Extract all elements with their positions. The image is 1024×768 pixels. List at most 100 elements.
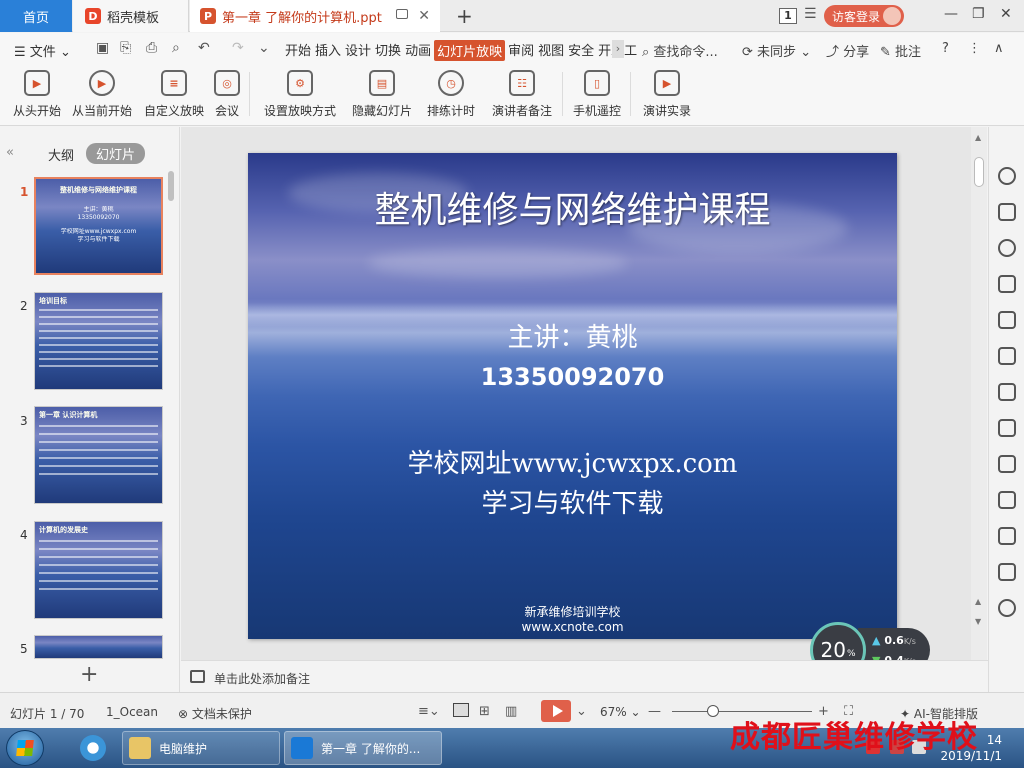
print-icon[interactable]: ⎙ (146, 40, 157, 56)
notes-toggle-icon[interactable]: ≡⌄ (418, 704, 440, 719)
add-slide-button[interactable]: + (80, 662, 98, 687)
close-tab-icon[interactable]: ✕ (418, 8, 430, 24)
close-window-icon[interactable]: ✕ (1000, 6, 1012, 22)
canvas-scrollbar[interactable]: ▲ ▲ ▼ (971, 127, 987, 660)
customize-chevron-icon[interactable]: ⌄ (258, 40, 270, 56)
shape-icon[interactable] (998, 239, 1016, 257)
slide-thumbnail-2[interactable]: 培训目标 (34, 292, 163, 390)
template-icon[interactable] (998, 203, 1016, 221)
rehearse-timing-button[interactable]: ◷ 排练计时 ⌄ (422, 70, 480, 133)
redo-icon[interactable]: ↷ (232, 40, 244, 56)
thumb-line: 主讲：黄桃 (83, 206, 114, 213)
hide-slide-button[interactable]: ▤ 隐藏幻灯片 (350, 70, 414, 119)
upload-speed: 0.6 (884, 634, 904, 647)
restore-icon[interactable]: ❐ (972, 6, 985, 22)
slide-thumbnail-3[interactable]: 第一章 认识计算机 (34, 406, 163, 504)
scroll-top-icon[interactable]: ▲ (975, 597, 981, 606)
sync-status[interactable]: ⟳ 未同步 ⌄ (742, 41, 811, 60)
tab-document[interactable]: P 第一章 了解你的计算机.ppt ✕ (190, 0, 440, 32)
meeting-button[interactable]: ◎ 会议 (212, 70, 242, 119)
more-options-icon[interactable]: ⋮ (968, 41, 981, 56)
tab-outline[interactable]: 大纲 (48, 145, 74, 164)
comment-button[interactable]: ✎ 批注 (880, 41, 921, 60)
current-slide[interactable]: 整机维修与网络维护课程 主讲：黄桃 13350092070 学校网址www.jc… (248, 153, 897, 639)
slide-sorter-icon[interactable]: ⊞ (479, 704, 490, 719)
sliders-icon[interactable] (998, 383, 1016, 401)
phone-remote-button[interactable]: ▯ 手机遥控 (570, 70, 624, 119)
tab-slideshow[interactable]: 幻灯片放映 (434, 40, 506, 61)
file-menu[interactable]: ☰ 文件 ⌄ (14, 41, 71, 60)
tab-home[interactable]: 首页 (0, 0, 72, 32)
pinned-app[interactable] (72, 731, 114, 765)
pane-scrollbar[interactable] (168, 171, 174, 201)
play-options-chevron-icon[interactable]: ⌄ (576, 704, 587, 719)
new-tab-button[interactable]: + (456, 4, 473, 28)
scroll-down-icon[interactable]: ▼ (975, 617, 981, 626)
slide-cloud-decoration (368, 248, 628, 278)
taskbar-app-presentation[interactable]: 第一章 了解你的... (284, 731, 442, 765)
undo-icon[interactable]: ↶ (198, 40, 210, 56)
theme-name[interactable]: 1_Ocean (106, 705, 158, 719)
tab-design[interactable]: 设计 (344, 40, 372, 61)
chart-icon[interactable] (998, 347, 1016, 365)
history-icon[interactable] (998, 599, 1016, 617)
image-icon[interactable] (998, 527, 1016, 545)
tab-docer-templates[interactable]: D 稻壳模板 (73, 0, 189, 32)
guest-login-button[interactable]: 访客登录 (824, 5, 904, 27)
play-from-start-button[interactable]: ▶ 从头开始 (12, 70, 62, 119)
archive-icon[interactable] (998, 491, 1016, 509)
tab-animations[interactable]: 动画 (404, 40, 432, 61)
document-protection[interactable]: ⊗ 文档未保护 (178, 705, 252, 722)
taskbar-app-folder[interactable]: 电脑维护 (122, 731, 280, 765)
thumb-line: 13350092070 (77, 214, 120, 221)
star-icon[interactable] (998, 167, 1016, 185)
menu-icon[interactable]: ☰ (804, 6, 817, 22)
zoom-level[interactable]: 67% ⌄ (600, 705, 641, 719)
reading-view-icon[interactable]: ▥ (505, 704, 517, 719)
tab-review[interactable]: 审阅 (507, 40, 535, 61)
tab-home-ribbon[interactable]: 开始 (284, 40, 312, 61)
minimize-icon[interactable]: — (944, 6, 958, 22)
tab-slides[interactable]: 幻灯片 (86, 143, 146, 164)
fill-icon[interactable] (998, 275, 1016, 293)
grid-icon[interactable] (998, 311, 1016, 329)
save-icon[interactable]: ▣ (96, 40, 109, 56)
video-camera-icon: ▶ (654, 70, 680, 96)
export-icon[interactable]: ⎘ (120, 40, 131, 56)
ribbon-tabs: 开始 插入 设计 切换 动画 幻灯片放映 审阅 视图 安全 开发工 (284, 40, 640, 61)
collapse-pane-icon[interactable]: « (6, 145, 14, 160)
setup-slideshow-button[interactable]: ⚙ 设置放映方式 ⌄ (258, 70, 342, 133)
slide-title: 整机维修与网络维护课程 (374, 190, 771, 231)
slide-thumbnail-4[interactable]: 计算机的发展史 (34, 521, 163, 619)
notes-area[interactable]: 单击此处添加备注 (181, 660, 988, 692)
tab-preview-icon[interactable] (396, 9, 408, 19)
find-icon[interactable] (998, 419, 1016, 437)
tab-security[interactable]: 安全 (567, 40, 595, 61)
audio-icon[interactable] (998, 563, 1016, 581)
slide-thumbnail-1[interactable]: 整机维修与网络维护课程 主讲：黄桃 13350092070 学校网址www.jc… (34, 177, 163, 275)
speaker-notes-button[interactable]: ☷ 演讲者备注 (490, 70, 554, 119)
tab-view[interactable]: 视图 (537, 40, 565, 61)
custom-slideshow-button[interactable]: ≡ 自定义放映 (142, 70, 206, 119)
scroll-thumb[interactable] (974, 157, 984, 187)
normal-view-icon[interactable] (453, 703, 469, 717)
export-side-icon[interactable] (998, 455, 1016, 473)
tab-transitions[interactable]: 切换 (374, 40, 402, 61)
scroll-up-icon[interactable]: ▲ (975, 133, 981, 142)
help-icon[interactable]: ? (942, 41, 949, 56)
search-commands[interactable]: ⌕ 查找命令... (642, 41, 718, 60)
start-button[interactable] (6, 730, 44, 766)
print-preview-icon[interactable]: ⌕ (172, 40, 180, 56)
zoom-slider-handle[interactable] (707, 705, 719, 717)
record-presentation-button[interactable]: ▶ 演讲实录 (640, 70, 694, 119)
play-slideshow-button[interactable] (541, 700, 571, 722)
zoom-out-icon[interactable]: — (648, 704, 661, 719)
slide-thumbnail-5[interactable] (34, 635, 163, 659)
more-tabs-chevron-icon[interactable]: › (612, 40, 624, 58)
collapse-ribbon-icon[interactable]: ∧ (994, 41, 1004, 56)
tab-insert[interactable]: 插入 (314, 40, 342, 61)
play-from-current-button[interactable]: ▶ 从当前开始 (70, 70, 134, 119)
thumb-line: 学习与软件下载 (77, 236, 120, 243)
window-count-badge[interactable]: 1 (779, 8, 797, 24)
share-button[interactable]: ⤴ 分享 (826, 41, 869, 60)
